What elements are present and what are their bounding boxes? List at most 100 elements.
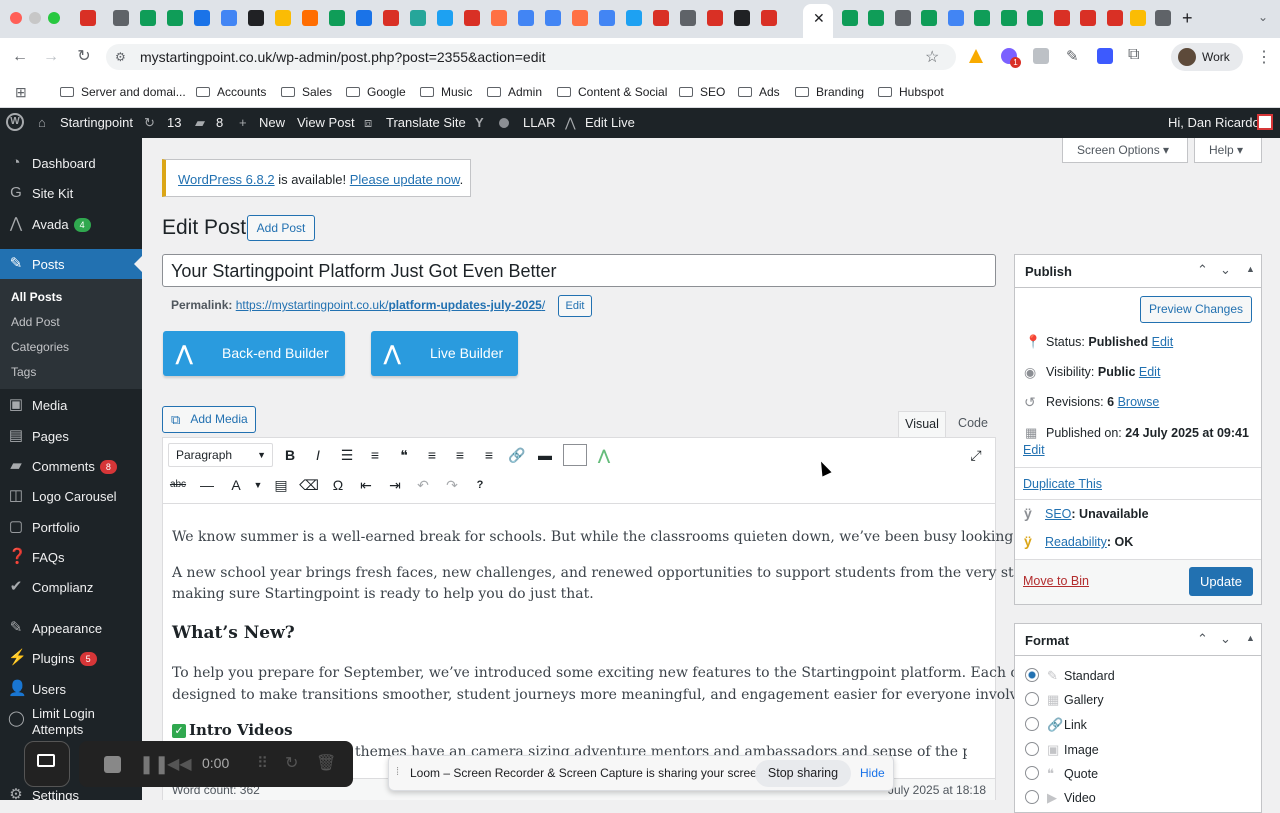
tab-code[interactable]: Code (950, 411, 996, 437)
maximize-window-icon[interactable] (48, 12, 60, 24)
comments-count[interactable]: 8 (216, 115, 223, 130)
bookmark-folder[interactable]: Sales (281, 85, 332, 99)
sidebar-item-comments[interactable]: ▰ Comments 8 (0, 451, 142, 481)
bookmark-folder[interactable]: Content & Social (557, 85, 667, 99)
site-name-link[interactable]: Startingpoint (60, 115, 133, 130)
post-title-input[interactable]: Your Startingpoint Platform Just Got Eve… (162, 254, 996, 287)
format-option-video[interactable]: ▶ Video (1025, 790, 1096, 805)
submenu-item[interactable]: Add Post (11, 315, 60, 329)
radio-button[interactable] (1025, 790, 1039, 804)
new-link[interactable]: New (259, 115, 285, 130)
horizontal-line-icon[interactable]: — (195, 473, 219, 497)
tab-favicon-icon[interactable] (653, 10, 669, 26)
sidebar-item-plugins[interactable]: ⚡ Plugins 5 (0, 643, 142, 673)
sidebar-item-users[interactable]: 👤 Users (0, 674, 142, 704)
sidebar-item-avada[interactable]: ⋀ Avada 4 (0, 209, 142, 239)
tab-favicon-icon[interactable] (761, 10, 777, 26)
reload-icon[interactable]: ↻ (73, 46, 95, 68)
move-down-icon[interactable]: ⌄ (1220, 262, 1231, 278)
format-option-gallery[interactable]: ▦ Gallery (1025, 692, 1104, 707)
avada-shortcode-icon[interactable]: ⋀ (592, 443, 616, 467)
radio-button[interactable] (1025, 766, 1039, 780)
apps-grid-icon[interactable]: ⊞ (15, 84, 27, 101)
tab-favicon-icon[interactable] (383, 10, 399, 26)
bookmark-folder[interactable]: Hubspot (878, 85, 944, 99)
move-down-icon[interactable]: ⌄ (1220, 631, 1231, 647)
trash-icon[interactable]: 🗑 (316, 753, 336, 773)
translate-link[interactable]: Translate Site (386, 115, 466, 130)
tab-favicon-icon[interactable] (113, 10, 129, 26)
published-edit-link[interactable]: Edit (1023, 443, 1045, 457)
tab-favicon-icon[interactable] (599, 10, 615, 26)
text-color-icon[interactable]: A (224, 473, 248, 497)
minimize-window-icon[interactable] (29, 12, 41, 24)
toggle-panel-icon[interactable]: ▲ (1246, 633, 1255, 643)
greeting[interactable]: Hi, Dan Ricardo (1168, 115, 1260, 130)
tab-favicon-icon[interactable] (545, 10, 561, 26)
tab-favicon-icon[interactable] (1027, 10, 1043, 26)
move-to-bin-link[interactable]: Move to Bin (1023, 574, 1089, 588)
paste-text-icon[interactable]: ▤ (269, 473, 293, 497)
chevron-down-icon[interactable]: ▼ (246, 473, 270, 497)
close-tab-icon[interactable]: ✕ (813, 10, 825, 27)
duplicate-this-link[interactable]: Duplicate This (1023, 477, 1102, 491)
sidebar-item-appearance[interactable]: ✎ Appearance (0, 613, 142, 643)
wordpress-version-link[interactable]: WordPress 6.8.2 (178, 172, 275, 187)
sidebar-item-site-kit[interactable]: G Site Kit (0, 178, 142, 208)
sidebar-item-limit-login-attempts[interactable]: ◯ Limit Login Attempts (0, 704, 142, 737)
tab-favicon-icon[interactable] (1001, 10, 1017, 26)
align-left-icon[interactable]: ≡ (420, 443, 444, 467)
edit-live-link[interactable]: Edit Live (585, 115, 635, 130)
tab-favicon-icon[interactable] (1080, 10, 1096, 26)
align-center-icon[interactable]: ≡ (448, 443, 472, 467)
preview-changes-button[interactable]: Preview Changes (1140, 296, 1252, 323)
tab-favicon-icon[interactable] (275, 10, 291, 26)
blockquote-icon[interactable]: ❝ (392, 443, 416, 467)
stop-sharing-button[interactable]: Stop sharing (755, 760, 851, 787)
bookmark-star-icon[interactable]: ☆ (925, 47, 939, 67)
visibility-edit-link[interactable]: Edit (1139, 365, 1161, 379)
read-more-icon[interactable]: ▬ (533, 443, 557, 467)
close-window-icon[interactable] (10, 12, 22, 24)
eyedropper-icon[interactable]: ✎ (1066, 47, 1079, 65)
radio-button[interactable] (1025, 668, 1039, 682)
drag-handle-icon[interactable]: ⁞ (396, 766, 399, 778)
tab-search-chevron-icon[interactable]: ⌄ (1258, 10, 1268, 24)
add-post-button[interactable]: Add Post (247, 215, 315, 241)
stop-recording-icon[interactable] (104, 756, 121, 773)
radio-button[interactable] (1025, 692, 1039, 706)
extension-blue-icon[interactable] (1097, 48, 1113, 64)
paragraph-3-line-2[interactable]: designed to make transitions smoother, s… (172, 685, 1040, 706)
bold-icon[interactable]: B (278, 443, 302, 467)
tab-favicon-icon[interactable] (974, 10, 990, 26)
bookmark-folder[interactable]: Server and domai... (60, 85, 186, 99)
format-option-link[interactable]: 🔗 Link (1025, 717, 1087, 732)
submenu-item[interactable]: Categories (11, 340, 69, 354)
move-up-icon[interactable]: ⌃ (1197, 262, 1208, 278)
tab-favicon-icon[interactable] (356, 10, 372, 26)
bookmark-folder[interactable]: Branding (795, 85, 864, 99)
tab-favicon-icon[interactable] (140, 10, 156, 26)
bookmark-folder[interactable]: SEO (679, 85, 725, 99)
tab-favicon-icon[interactable] (80, 10, 96, 26)
link-icon[interactable]: 🔗 (505, 443, 529, 467)
extensions-puzzle-icon[interactable]: ⧉ (1128, 46, 1139, 64)
bookmark-folder[interactable]: Music (420, 85, 472, 99)
tab-favicon-icon[interactable] (921, 10, 937, 26)
updates-count[interactable]: 13 (167, 115, 181, 130)
heading-whats-new[interactable]: What’s New? (172, 623, 295, 644)
radio-button[interactable] (1025, 742, 1039, 756)
tab-favicon-icon[interactable] (302, 10, 318, 26)
sidebar-item-pages[interactable]: ▤ Pages (0, 421, 142, 451)
permalink-edit-button[interactable]: Edit (558, 295, 592, 317)
tab-favicon-icon[interactable] (464, 10, 480, 26)
wordpress-logo-icon[interactable]: W (6, 113, 24, 131)
readability-link[interactable]: Readability (1045, 535, 1107, 549)
update-now-link[interactable]: Please update now (350, 172, 460, 187)
tab-favicon-icon[interactable] (329, 10, 345, 26)
browser-menu-icon[interactable]: ⋮ (1256, 47, 1272, 67)
tab-favicon-icon[interactable] (167, 10, 183, 26)
bookmark-folder[interactable]: Ads (738, 85, 780, 99)
yoast-icon[interactable]: Y (475, 115, 484, 130)
update-button[interactable]: Update (1189, 567, 1253, 596)
